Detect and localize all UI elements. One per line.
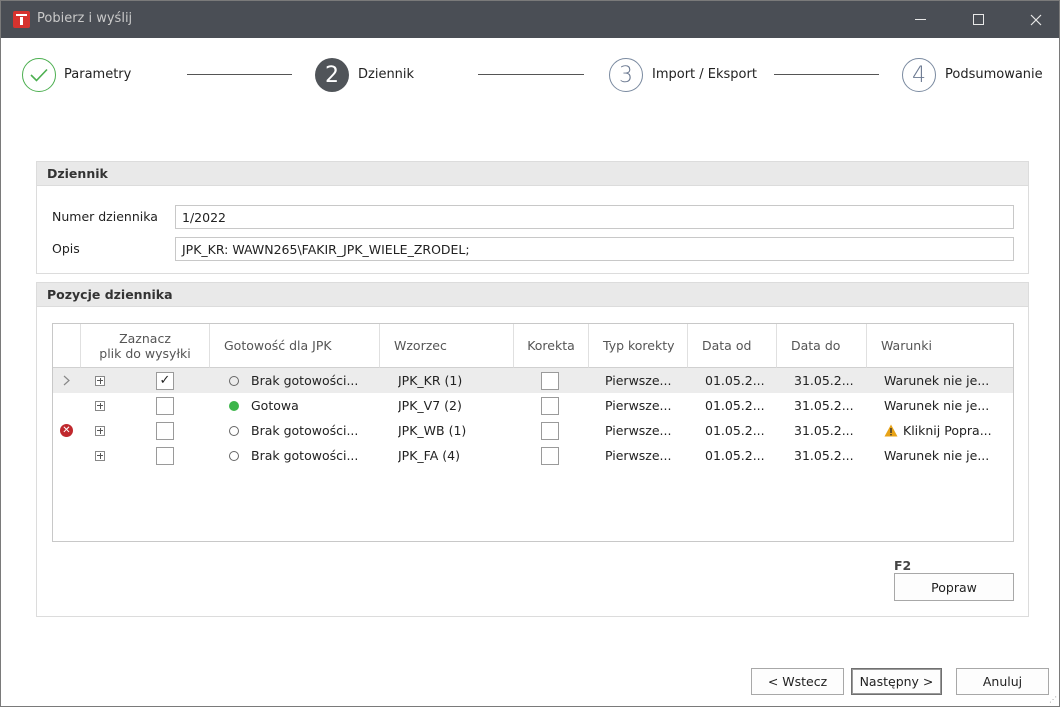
zaznacz-header-line2: plik do wysyłki [99, 345, 191, 361]
pozycje-grid: Zaznacz plik do wysyłki Gotowość dla JPK… [52, 323, 1014, 542]
korekta-checkbox[interactable] [541, 446, 559, 465]
gotowosc-cell: Brak gotowości... [251, 448, 359, 463]
opis-input[interactable]: JPK_KR: WAWN265\FAKIR_JPK_WIELE_ZRODEL; [175, 237, 1014, 261]
data-od-cell: 01.05.2... [705, 398, 765, 413]
step-4-label: Podsumowanie [945, 67, 1043, 82]
column-header-warunki[interactable]: Warunki [867, 324, 1013, 368]
gotowosc-cell: Brak gotowości... [251, 423, 359, 438]
column-header-data-do[interactable]: Data do [777, 324, 867, 368]
close-icon [1030, 14, 1042, 25]
gotowosc-cell: Brak gotowości... [251, 373, 359, 388]
minimize-button[interactable] [897, 1, 943, 38]
numer-dziennika-input[interactable]: 1/2022 [175, 205, 1014, 229]
step-4-number: 4 [902, 58, 936, 92]
maximize-icon [972, 14, 984, 25]
table-row[interactable]: ✕ Brak gotowości... JPK_WB (1) Pierwsze.… [53, 418, 1013, 443]
data-od-cell: 01.05.2... [705, 423, 765, 438]
zaznacz-checkbox[interactable] [156, 421, 174, 440]
step-connector [187, 74, 292, 75]
step-connector [774, 74, 879, 75]
wizard-steps: Parametry 2 Dziennik 3 Import / Eksport … [1, 38, 1059, 110]
column-header-data-od[interactable]: Data od [688, 324, 777, 368]
next-button[interactable]: Następny > [851, 668, 942, 695]
numer-dziennika-label: Numer dziennika [52, 209, 158, 224]
window-title: Pobierz i wyślij [37, 11, 133, 26]
warunki-cell: Warunek nie je... [884, 373, 990, 388]
typ-korekty-cell: Pierwsze... [605, 373, 672, 388]
popraw-button[interactable]: Popraw [894, 573, 1014, 601]
warunki-cell: Kliknij Popra... [903, 423, 992, 438]
step-1-label: Parametry [64, 67, 132, 82]
table-row[interactable]: ✓ Brak gotowości... JPK_KR (1) Pierwsze.… [53, 368, 1013, 393]
expand-row-icon[interactable] [95, 400, 105, 411]
step-2-label: Dziennik [358, 67, 415, 82]
table-row[interactable]: Gotowa JPK_V7 (2) Pierwsze... 01.05.2...… [53, 393, 1013, 418]
step-3-label: Import / Eksport [652, 67, 757, 82]
warunki-cell: Warunek nie je... [884, 398, 990, 413]
not-ready-status-icon [229, 450, 239, 461]
app-logo-icon [13, 11, 30, 28]
korekta-checkbox[interactable] [541, 371, 559, 390]
current-row-arrow-icon [63, 368, 77, 393]
pozycje-group: Pozycje dziennika Zaznacz plik do wysyłk… [36, 282, 1029, 617]
shortcut-label: F2 [894, 558, 912, 573]
resize-grip-icon[interactable]: ⋰ [1049, 695, 1057, 704]
not-ready-status-icon [229, 425, 239, 436]
error-icon: ✕ [60, 424, 73, 437]
expand-row-icon[interactable] [95, 450, 105, 461]
indicator-column-header [53, 324, 81, 368]
dziennik-header: Dziennik [37, 162, 1028, 186]
minimize-icon [914, 19, 926, 20]
expand-row-icon[interactable] [95, 375, 105, 386]
wizard-window: Pobierz i wyślij Parametry 2 Dziennik 3 … [0, 0, 1060, 707]
data-od-cell: 01.05.2... [705, 373, 765, 388]
dziennik-group: Dziennik Numer dziennika 1/2022 Opis JPK… [36, 161, 1029, 274]
table-row[interactable]: Brak gotowości... JPK_FA (4) Pierwsze...… [53, 443, 1013, 468]
title-bar: Pobierz i wyślij [1, 1, 1059, 38]
korekta-checkbox[interactable] [541, 421, 559, 440]
checkmark-icon [30, 68, 48, 82]
step-2-number: 2 [315, 58, 349, 92]
pozycje-header: Pozycje dziennika [37, 283, 1028, 307]
typ-korekty-cell: Pierwsze... [605, 448, 672, 463]
expand-row-icon[interactable] [95, 425, 105, 436]
opis-label: Opis [52, 241, 80, 256]
cancel-button[interactable]: Anuluj [956, 668, 1049, 695]
wzorzec-cell: JPK_FA (4) [398, 448, 460, 463]
data-do-cell: 31.05.2... [794, 448, 854, 463]
close-button[interactable] [1013, 1, 1059, 38]
warunki-cell: Warunek nie je... [884, 448, 990, 463]
typ-korekty-cell: Pierwsze... [605, 398, 672, 413]
wzorzec-cell: JPK_WB (1) [398, 423, 467, 438]
wzorzec-cell: JPK_V7 (2) [398, 398, 462, 413]
typ-korekty-cell: Pierwsze... [605, 423, 672, 438]
column-header-gotowosc[interactable]: Gotowość dla JPK [210, 324, 380, 368]
zaznacz-checkbox[interactable] [156, 396, 174, 415]
back-button[interactable]: < Wstecz [751, 668, 844, 695]
korekta-checkbox[interactable] [541, 396, 559, 415]
data-do-cell: 31.05.2... [794, 373, 854, 388]
ready-status-icon [229, 400, 239, 411]
zaznacz-checkbox[interactable]: ✓ [156, 371, 174, 390]
step-3-number: 3 [609, 58, 643, 92]
checkmark-icon: ✓ [159, 373, 171, 388]
warning-icon [884, 424, 898, 437]
column-header-korekta[interactable]: Korekta [514, 324, 589, 368]
step-connector [478, 74, 584, 75]
data-do-cell: 31.05.2... [794, 423, 854, 438]
wzorzec-cell: JPK_KR (1) [398, 373, 463, 388]
zaznacz-header-line1: Zaznacz [119, 330, 171, 346]
zaznacz-checkbox[interactable] [156, 446, 174, 465]
not-ready-status-icon [229, 375, 239, 386]
data-od-cell: 01.05.2... [705, 448, 765, 463]
column-header-wzorzec[interactable]: Wzorzec [380, 324, 514, 368]
maximize-button[interactable] [955, 1, 1001, 38]
gotowosc-cell: Gotowa [251, 398, 299, 413]
step-1-done-icon [22, 58, 56, 92]
data-do-cell: 31.05.2... [794, 398, 854, 413]
column-header-zaznacz[interactable]: Zaznacz plik do wysyłki [81, 324, 210, 368]
column-header-typ-korekty[interactable]: Typ korekty [589, 324, 688, 368]
